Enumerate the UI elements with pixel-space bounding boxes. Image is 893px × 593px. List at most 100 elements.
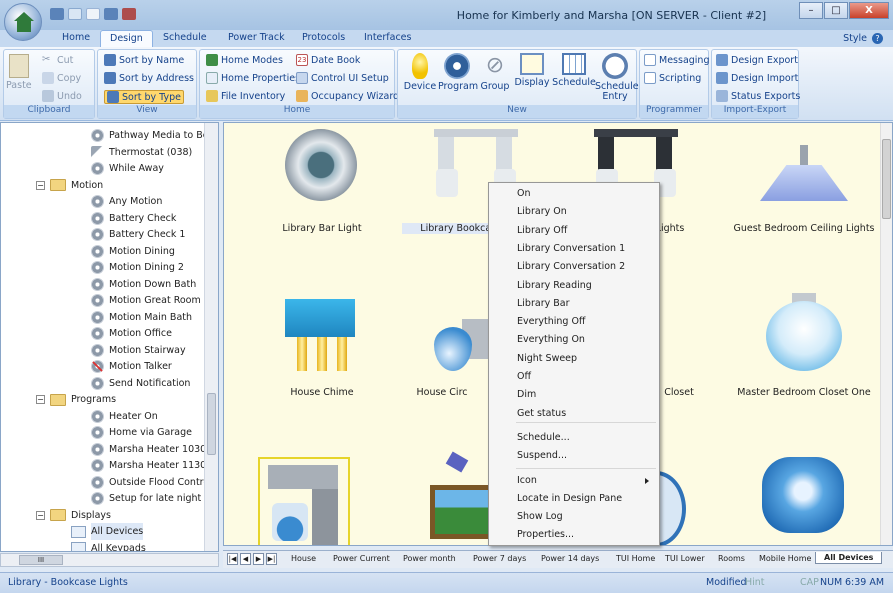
cut-button[interactable]: ✂ Cut	[42, 54, 73, 66]
tree-item[interactable]: Motion Down Bath	[91, 276, 196, 293]
application-menu-button[interactable]	[4, 3, 42, 41]
tab-power-7-days[interactable]: Power 7 days	[473, 554, 526, 563]
tree-item[interactable]: Motion Great Room	[91, 292, 201, 309]
tree-item[interactable]: Motion Stairway	[91, 342, 186, 359]
tree-item[interactable]: Motion Main Bath	[91, 309, 192, 326]
tree-item[interactable]: Setup for late night retur	[91, 490, 218, 507]
tree-item[interactable]: Thermostat (038)	[91, 144, 192, 161]
tab-design[interactable]: Design	[100, 30, 153, 48]
menu-item-command[interactable]: Night Sweep	[489, 350, 659, 368]
tree-item[interactable]: Motion Dining	[91, 243, 175, 260]
menu-item-command[interactable]: Library On	[489, 203, 659, 221]
menu-item-command[interactable]: Library Reading	[489, 277, 659, 295]
status-exports-button[interactable]: Status Exports	[716, 90, 800, 102]
tree-item[interactable]: Motion Dining 2	[91, 259, 184, 276]
help-icon[interactable]: ?	[872, 33, 883, 44]
tree-item[interactable]: While Away	[91, 160, 164, 177]
date-book-button[interactable]: 23 Date Book	[296, 54, 360, 66]
menu-item-suspend[interactable]: Suspend...	[489, 447, 659, 465]
first-tab-button[interactable]: |◀	[227, 553, 238, 565]
copy-button[interactable]: Copy	[42, 72, 81, 84]
menu-item-command[interactable]: Off	[489, 368, 659, 386]
new-device-button[interactable]: Device	[402, 53, 438, 92]
sort-by-type-button[interactable]: Sort by Type	[104, 90, 184, 104]
new-schedule-entry-button[interactable]: Schedule Entry	[595, 53, 639, 102]
tree-item[interactable]: − Displays	[36, 507, 111, 524]
tree-item[interactable]: − Motion	[36, 177, 103, 194]
close-button[interactable]: X	[849, 2, 889, 19]
tab-home[interactable]: Home	[62, 32, 90, 43]
tree-item[interactable]: All Devices	[71, 523, 144, 540]
tab-tui-home[interactable]: TUI Home	[616, 554, 655, 563]
control-ui-setup-button[interactable]: Control UI Setup	[296, 72, 389, 84]
design-tree[interactable]: Pathway Media to Bed Thermostat (038) Whil…	[0, 122, 219, 552]
design-import-button[interactable]: Design Import	[716, 72, 798, 84]
tree-item[interactable]: Heater On	[91, 408, 158, 425]
menu-item-command[interactable]: On	[489, 185, 659, 203]
tab-tui-lower[interactable]: TUI Lower	[665, 554, 705, 563]
scripting-button[interactable]: Scripting	[644, 72, 701, 84]
tree-hscroll-thumb[interactable]: III	[19, 555, 63, 565]
tree-item[interactable]: Send Notification	[91, 375, 190, 392]
tab-protocols[interactable]: Protocols	[302, 32, 345, 43]
menu-item-command[interactable]: Library Bar	[489, 295, 659, 313]
tree-item[interactable]: Outside Flood Control	[91, 474, 212, 491]
tab-all-devices[interactable]: All Devices	[815, 552, 883, 564]
maximize-button[interactable]: □	[824, 2, 848, 19]
tab-power-current[interactable]: Power Current	[333, 554, 390, 563]
tree-item[interactable]: Any Motion	[91, 193, 162, 210]
tree-item[interactable]: − Programs	[36, 391, 116, 408]
tree-item[interactable]: Marsha Heater 1030	[91, 441, 206, 458]
paste-button[interactable]: Paste	[6, 54, 32, 91]
menu-item-locate[interactable]: Locate in Design Pane	[489, 490, 659, 508]
design-scroll-thumb[interactable]	[882, 139, 891, 219]
menu-item-schedule[interactable]: Schedule...	[489, 429, 659, 447]
tree-item[interactable]: All Keypads	[71, 540, 146, 551]
menu-item-command[interactable]: Library Conversation 2	[489, 258, 659, 276]
tab-power-month[interactable]: Power month	[403, 554, 456, 563]
sort-by-name-button[interactable]: Sort by Name	[104, 54, 184, 66]
menu-item-show-log[interactable]: Show Log	[489, 508, 659, 526]
design-pane-scrollbar[interactable]	[880, 123, 892, 545]
tree-item[interactable]: Battery Check	[91, 210, 176, 227]
tree-item[interactable]: Marsha Heater 1130	[91, 457, 206, 474]
coffee-maker-icon[interactable]	[258, 457, 350, 545]
new-schedule-button[interactable]: Schedule	[552, 53, 596, 88]
file-inventory-button[interactable]: File Inventory	[206, 90, 285, 102]
menu-item-command[interactable]: Library Conversation 1	[489, 240, 659, 258]
tab-mobile-home[interactable]: Mobile Home	[759, 554, 811, 563]
collapse-icon[interactable]: −	[36, 395, 45, 404]
menu-item-properties[interactable]: Properties...	[489, 526, 659, 544]
menu-item-icon[interactable]: Icon	[489, 472, 659, 490]
tab-power-14-days[interactable]: Power 14 days	[541, 554, 599, 563]
collapse-icon[interactable]: −	[36, 510, 45, 520]
collapse-icon[interactable]: −	[36, 180, 45, 190]
tree-horizontal-scrollbar[interactable]: III	[0, 553, 219, 567]
sort-by-address-button[interactable]: Sort by Address	[104, 72, 194, 84]
tree-item[interactable]: Motion Office	[91, 325, 172, 342]
prev-tab-button[interactable]: ◀	[240, 553, 251, 565]
tab-power-track[interactable]: Power Track	[228, 32, 285, 43]
menu-item-command[interactable]: Library Off	[489, 222, 659, 240]
tab-rooms[interactable]: Rooms	[718, 554, 745, 563]
menu-item-command[interactable]: Get status	[489, 405, 659, 423]
home-modes-button[interactable]: Home Modes	[206, 54, 283, 66]
tree-item[interactable]: Motion Talker	[91, 358, 172, 375]
menu-item-command[interactable]: Everything Off	[489, 313, 659, 331]
occupancy-wizard-button[interactable]: Occupancy Wizard	[296, 90, 399, 102]
design-export-button[interactable]: Design Export	[716, 54, 798, 66]
blue-lamp-icon[interactable]	[762, 457, 844, 533]
menu-item-command[interactable]: Everything On	[489, 331, 659, 349]
tab-schedule[interactable]: Schedule	[163, 32, 207, 43]
tree-scroll-thumb[interactable]	[207, 393, 216, 455]
tab-interfaces[interactable]: Interfaces	[364, 32, 411, 43]
tree-vertical-scrollbar[interactable]	[204, 123, 218, 551]
messaging-button[interactable]: Messaging	[644, 54, 709, 66]
tree-item[interactable]: Battery Check 1	[91, 226, 185, 243]
new-group-button[interactable]: ⊘ Group	[478, 53, 512, 92]
last-tab-button[interactable]: ▶|	[266, 553, 277, 565]
tree-item[interactable]: Home via Garage	[91, 424, 192, 441]
style-menu[interactable]: Style	[843, 33, 867, 44]
minimize-button[interactable]: –	[799, 2, 823, 19]
new-program-button[interactable]: Program	[438, 53, 478, 92]
